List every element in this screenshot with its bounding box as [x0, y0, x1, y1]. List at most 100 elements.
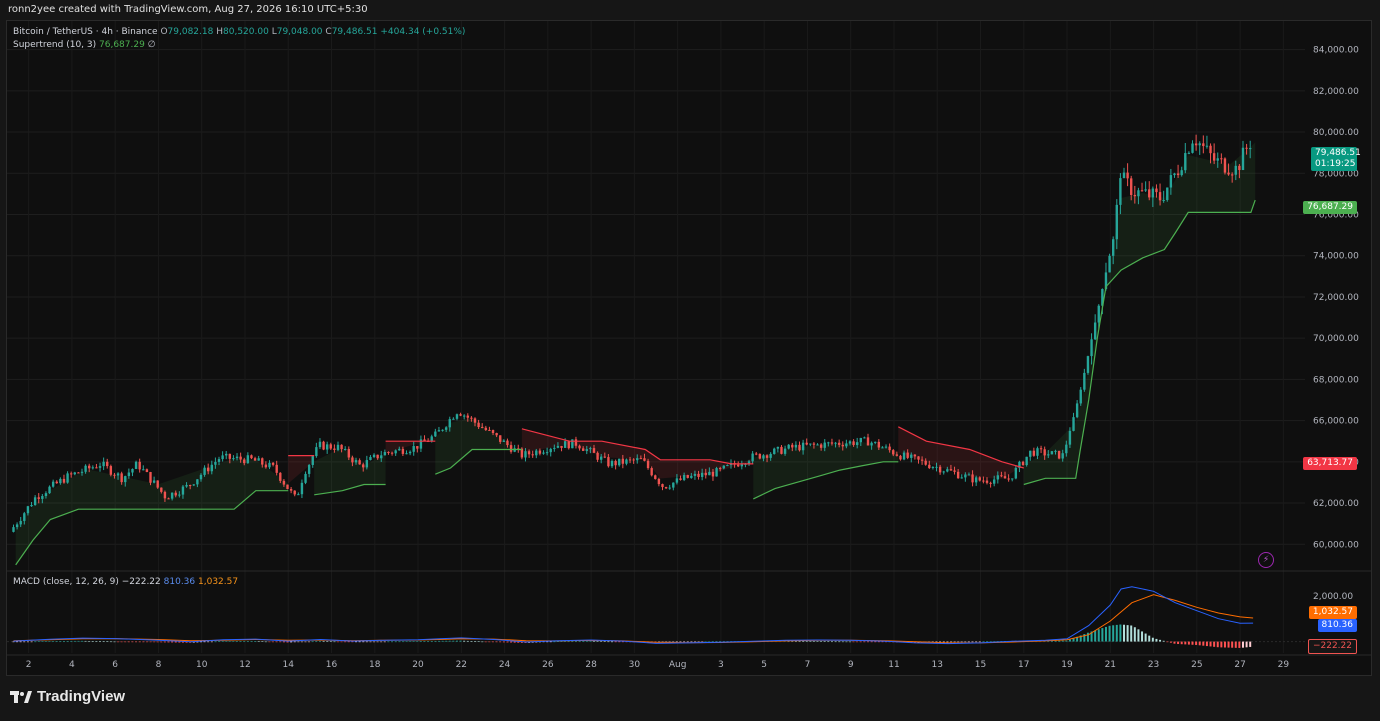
candle-body [1176, 173, 1180, 176]
candle-body [585, 449, 588, 451]
lightning-alert-icon[interactable]: ⚡ [1258, 552, 1274, 568]
candle-body [142, 469, 145, 471]
time-axis-label: 19 [1061, 660, 1073, 670]
macd-histogram-bar [214, 641, 217, 643]
macd-histogram-bar [859, 641, 862, 643]
candle-body [91, 467, 95, 469]
price-axis-label: 66,000.00 [1313, 417, 1359, 427]
candle-body [535, 450, 538, 456]
candle-body [1032, 450, 1036, 456]
candle-body [1029, 450, 1032, 457]
candle-body [574, 439, 578, 446]
candle-body [102, 461, 105, 467]
candle-body [499, 435, 502, 442]
macd-histogram-bar [207, 641, 210, 643]
candle-body [845, 443, 848, 447]
candle-body [344, 448, 347, 450]
supertrend-legend[interactable]: Supertrend (10, 3) 76,687.29 ∅ [13, 40, 156, 50]
macd-histogram-bar [971, 641, 974, 643]
candle-body [1238, 165, 1241, 171]
macd-histogram-bar [26, 641, 29, 643]
candle-body [358, 460, 361, 465]
time-axis-label: 17 [1018, 660, 1029, 670]
macd-histogram-bar [1162, 640, 1165, 642]
macd-histogram-bar [1198, 641, 1201, 646]
candle-body [1000, 475, 1003, 477]
candle-body [599, 456, 603, 460]
candle-body [416, 446, 419, 449]
macd-histogram-bar [441, 640, 444, 642]
time-axis-label: 18 [369, 660, 381, 670]
candle-body [841, 444, 844, 447]
macd-histogram-bar [293, 641, 296, 643]
candle-body [917, 456, 920, 460]
candle-body [452, 418, 455, 420]
tradingview-logo[interactable]: TradingView [10, 688, 125, 705]
candle-body [1119, 178, 1122, 205]
macd-histogram-bar [603, 641, 606, 643]
chart-frame[interactable]: 84,000.00 82,000.00 80,000.00 78,000.00 76,0… [6, 20, 1372, 676]
candle-body [243, 459, 246, 464]
candle-body [502, 440, 506, 442]
macd-histogram-bar [232, 641, 235, 642]
macd-histogram-bar [506, 641, 509, 643]
candle-body [1065, 444, 1068, 454]
macd-histogram-bar [1130, 625, 1133, 642]
candle-body [405, 453, 408, 455]
candle-body [1202, 143, 1205, 147]
macd-histogram-bar [264, 641, 267, 643]
macd-histogram-bar [336, 641, 339, 643]
macd-histogram-bar [686, 641, 689, 643]
candle-body [1166, 187, 1169, 200]
macd-histogram-bar [1144, 633, 1147, 642]
candle-body [246, 455, 250, 464]
time-axis-label: 30 [629, 660, 641, 670]
candle-body [181, 486, 185, 495]
time-axis-label: 12 [239, 660, 250, 670]
candle-body [329, 444, 332, 449]
macd-histogram-bar [250, 641, 253, 642]
candle-body [718, 468, 722, 470]
macd-histogram-bar [600, 641, 603, 642]
candle-body [978, 477, 981, 481]
candle-body [59, 478, 62, 484]
candle-body [1011, 478, 1014, 480]
candle-body [88, 465, 91, 469]
candle-body [899, 455, 902, 460]
candle-body [989, 482, 992, 484]
candle-body [84, 465, 87, 472]
time-axis-label: 25 [1191, 660, 1202, 670]
macd-histogram-bar [145, 641, 148, 643]
macd-histogram-bar [73, 640, 76, 642]
macd-histogram-bar [1159, 639, 1162, 642]
close-value: 79,486.51 [331, 27, 378, 37]
macd-histogram-bar [117, 641, 120, 643]
candle-body [1097, 305, 1100, 323]
macd-legend[interactable]: MACD (close, 12, 26, 9) −222.22 810.36 1… [13, 577, 238, 587]
candle-body [441, 429, 444, 431]
macd-histogram-bar [1184, 641, 1187, 645]
open-value: 79,082.18 [167, 27, 214, 37]
candle-body [477, 422, 480, 428]
macd-histogram-bar [1141, 631, 1144, 642]
candle-body [938, 466, 942, 473]
macd-histogram-bar [1227, 641, 1230, 648]
candle-body [870, 442, 873, 446]
candle-body [98, 466, 102, 468]
candle-body [819, 444, 823, 448]
macd-histogram-bar [48, 641, 51, 642]
macd-histogram-bar [236, 641, 239, 642]
candle-body [437, 430, 441, 432]
candle-body [931, 467, 935, 469]
candle-body [1025, 456, 1028, 466]
candle-body [672, 482, 675, 488]
macd-histogram-bar [556, 641, 559, 642]
candle-body [863, 437, 866, 439]
macd-histogram-bar [55, 641, 58, 642]
macd-price-tag: 810.36 [1317, 619, 1357, 632]
macd-histogram-bar [459, 640, 462, 642]
macd-histogram-bar [611, 641, 614, 643]
time-axis-label: 15 [975, 660, 986, 670]
candle-body [1036, 448, 1039, 456]
candle-body [625, 459, 628, 464]
